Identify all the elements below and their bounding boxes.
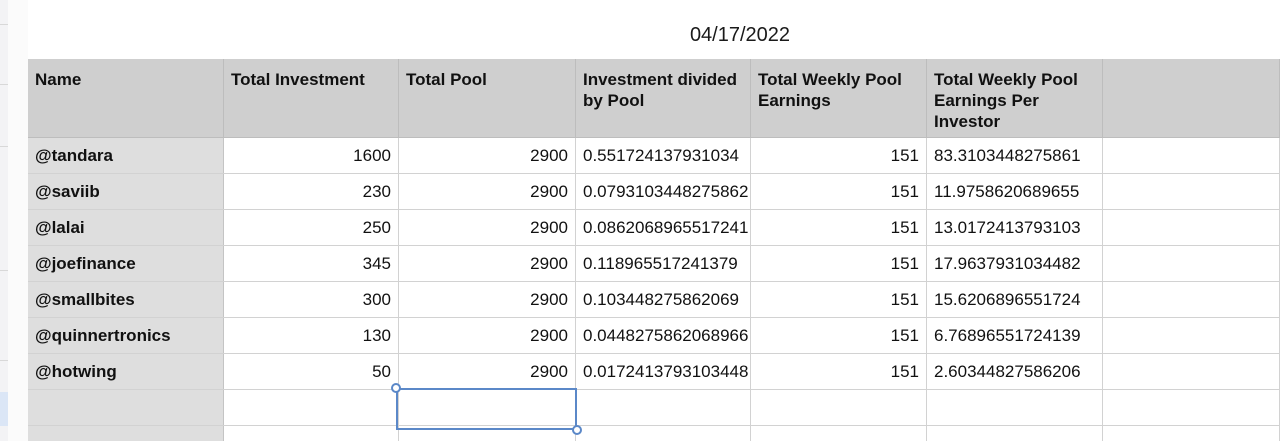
table-cell[interactable] bbox=[224, 426, 399, 441]
table-cell[interactable] bbox=[1103, 318, 1280, 353]
table-cell-weekly-earnings[interactable]: 151 bbox=[751, 354, 927, 389]
spreadsheet-table: Name Total Investment Total Pool Investm… bbox=[28, 59, 1280, 441]
table-cell[interactable] bbox=[751, 426, 927, 441]
table-cell-total-pool[interactable]: 2900 bbox=[399, 174, 576, 209]
table-cell-investment-ratio[interactable]: 0.0862068965517241 bbox=[576, 210, 751, 245]
table-cell-investment-ratio[interactable]: 0.103448275862069 bbox=[576, 282, 751, 317]
table-cell[interactable] bbox=[1103, 390, 1280, 425]
table-cell-name[interactable]: @tandara bbox=[28, 138, 224, 173]
table-cell-total-investment[interactable]: 1600 bbox=[224, 138, 399, 173]
table-cell[interactable] bbox=[28, 390, 224, 425]
table-cell[interactable] bbox=[1103, 282, 1280, 317]
table-cell[interactable] bbox=[927, 390, 1103, 425]
table-cell[interactable] bbox=[1103, 354, 1280, 389]
selection-handle-top-left[interactable] bbox=[391, 383, 401, 393]
table-row: @tandara 1600 2900 0.551724137931034 151 83.3… bbox=[28, 138, 1280, 174]
table-cell-total-investment[interactable]: 50 bbox=[224, 354, 399, 389]
table-cell-weekly-earnings[interactable]: 151 bbox=[751, 246, 927, 281]
table-cell-total-investment[interactable]: 230 bbox=[224, 174, 399, 209]
table-cell-earnings-per-investor[interactable]: 6.76896551724139 bbox=[927, 318, 1103, 353]
table-cell-earnings-per-investor[interactable]: 13.0172413793103 bbox=[927, 210, 1103, 245]
table-cell-total-investment[interactable]: 345 bbox=[224, 246, 399, 281]
table-cell[interactable] bbox=[1103, 210, 1280, 245]
table-cell-weekly-earnings[interactable]: 151 bbox=[751, 210, 927, 245]
table-cell[interactable] bbox=[927, 426, 1103, 441]
table-cell[interactable] bbox=[399, 390, 576, 425]
sidebar-divider bbox=[0, 360, 8, 361]
table-cell-name[interactable]: @saviib bbox=[28, 174, 224, 209]
table-cell[interactable] bbox=[1103, 138, 1280, 173]
header-cell-total-weekly-pool-earnings[interactable]: Total Weekly Pool Earnings bbox=[751, 59, 927, 137]
header-cell-total-pool[interactable]: Total Pool bbox=[399, 59, 576, 137]
table-cell-name[interactable]: @hotwing bbox=[28, 354, 224, 389]
table-cell[interactable] bbox=[1103, 246, 1280, 281]
table-cell-investment-ratio[interactable]: 0.118965517241379 bbox=[576, 246, 751, 281]
sidebar-divider bbox=[0, 24, 8, 25]
header-cell-investment-divided-by-pool[interactable]: Investment divided by Pool bbox=[576, 59, 751, 137]
table-row: @joefinance 345 2900 0.118965517241379 151 17… bbox=[28, 246, 1280, 282]
table-cell[interactable] bbox=[28, 426, 224, 441]
sheet-title[interactable]: 04/17/2022 bbox=[640, 24, 840, 47]
table-cell-total-pool[interactable]: 2900 bbox=[399, 138, 576, 173]
table-cell-weekly-earnings[interactable]: 151 bbox=[751, 318, 927, 353]
table-cell-investment-ratio[interactable]: 0.0793103448275862 bbox=[576, 174, 751, 209]
table-cell[interactable] bbox=[576, 426, 751, 441]
header-cell-earnings-per-investor[interactable]: Total Weekly Pool Earnings Per Investor bbox=[927, 59, 1103, 137]
sheet-gutter bbox=[8, 0, 28, 441]
table-cell-total-pool[interactable]: 2900 bbox=[399, 246, 576, 281]
table-row: @quinnertronics 130 2900 0.0448275862068966… bbox=[28, 318, 1280, 354]
table-cell[interactable] bbox=[576, 390, 751, 425]
sidebar-selected-item[interactable] bbox=[0, 392, 8, 426]
table-cell-earnings-per-investor[interactable]: 17.9637931034482 bbox=[927, 246, 1103, 281]
table-row: @hotwing 50 2900 0.0172413793103448 151 2.603… bbox=[28, 354, 1280, 390]
table-cell-weekly-earnings[interactable]: 151 bbox=[751, 282, 927, 317]
table-cell-name[interactable]: @smallbites bbox=[28, 282, 224, 317]
table-cell-investment-ratio[interactable]: 0.0172413793103448 bbox=[576, 354, 751, 389]
table-row-empty bbox=[28, 426, 1280, 441]
header-row: Name Total Investment Total Pool Investm… bbox=[28, 59, 1280, 138]
table-cell[interactable] bbox=[399, 426, 576, 441]
table-cell-name[interactable]: @quinnertronics bbox=[28, 318, 224, 353]
table-cell-total-pool[interactable]: 2900 bbox=[399, 354, 576, 389]
table-cell[interactable] bbox=[751, 390, 927, 425]
table-cell-total-pool[interactable]: 2900 bbox=[399, 210, 576, 245]
table-row-empty bbox=[28, 390, 1280, 426]
table-cell-earnings-per-investor[interactable]: 11.9758620689655 bbox=[927, 174, 1103, 209]
table-cell[interactable] bbox=[1103, 426, 1280, 441]
table-cell-investment-ratio[interactable]: 0.551724137931034 bbox=[576, 138, 751, 173]
table-cell-total-investment[interactable]: 130 bbox=[224, 318, 399, 353]
table-row: @saviib 230 2900 0.0793103448275862 151 11.97… bbox=[28, 174, 1280, 210]
sidebar-divider bbox=[0, 84, 8, 85]
selection-handle-bottom-right[interactable] bbox=[572, 425, 582, 435]
table-cell-earnings-per-investor[interactable]: 83.3103448275861 bbox=[927, 138, 1103, 173]
header-cell-total-investment[interactable]: Total Investment bbox=[224, 59, 399, 137]
table-cell[interactable] bbox=[1103, 174, 1280, 209]
sidebar-divider bbox=[0, 146, 8, 147]
table-row: @smallbites 300 2900 0.103448275862069 151 15… bbox=[28, 282, 1280, 318]
header-cell-empty[interactable] bbox=[1103, 59, 1280, 137]
spreadsheet-window: 04/17/2022 Name Total Investment Total P… bbox=[0, 0, 1280, 441]
table-cell-total-pool[interactable]: 2900 bbox=[399, 318, 576, 353]
table-cell-earnings-per-investor[interactable]: 2.60344827586206 bbox=[927, 354, 1103, 389]
table-cell[interactable] bbox=[224, 390, 399, 425]
table-cell-total-investment[interactable]: 250 bbox=[224, 210, 399, 245]
table-cell-total-pool[interactable]: 2900 bbox=[399, 282, 576, 317]
sidebar-divider bbox=[0, 270, 8, 271]
table-cell-weekly-earnings[interactable]: 151 bbox=[751, 138, 927, 173]
table-row: @lalai 250 2900 0.0862068965517241 151 13.017… bbox=[28, 210, 1280, 246]
table-cell-weekly-earnings[interactable]: 151 bbox=[751, 174, 927, 209]
table-cell-total-investment[interactable]: 300 bbox=[224, 282, 399, 317]
header-cell-name[interactable]: Name bbox=[28, 59, 224, 137]
table-cell-name[interactable]: @joefinance bbox=[28, 246, 224, 281]
table-cell-earnings-per-investor[interactable]: 15.6206896551724 bbox=[927, 282, 1103, 317]
table-cell-investment-ratio[interactable]: 0.0448275862068966 bbox=[576, 318, 751, 353]
table-cell-name[interactable]: @lalai bbox=[28, 210, 224, 245]
